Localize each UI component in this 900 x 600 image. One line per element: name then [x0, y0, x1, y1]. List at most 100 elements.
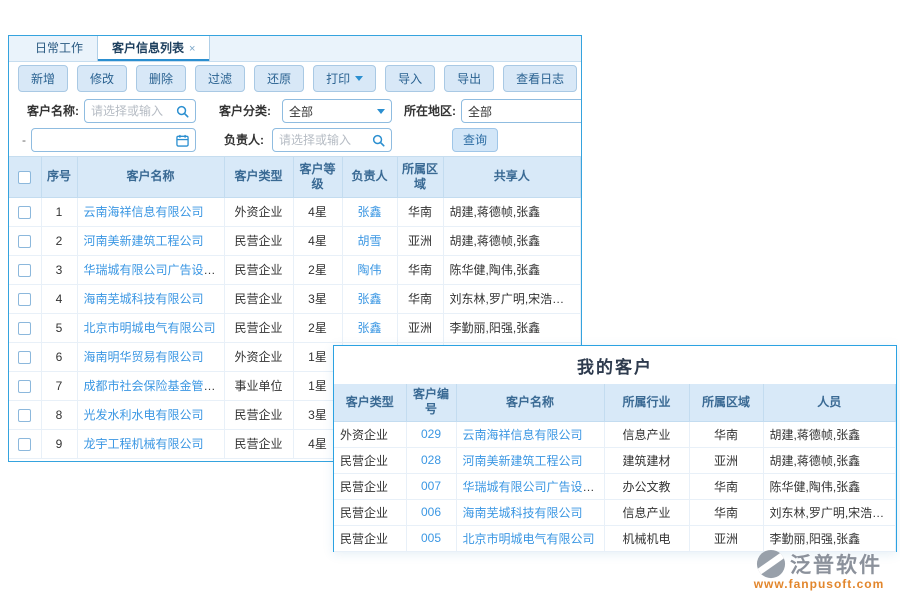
cell-num: 4: [41, 284, 77, 313]
edit-button[interactable]: 修改: [77, 65, 127, 92]
name-link[interactable]: 河南美新建筑工程公司: [463, 454, 583, 468]
cell-industry: 办公文教: [604, 473, 689, 499]
search-icon[interactable]: [176, 105, 189, 118]
row-select-cell: [9, 255, 41, 284]
col-region: 所属区域: [689, 384, 763, 421]
calendar-icon[interactable]: [176, 134, 189, 147]
cell-shared: 胡建,蒋德帧,张鑫: [443, 226, 581, 255]
name-link[interactable]: 龙宇工程机械有限公司: [84, 437, 204, 451]
cell-num: 3: [41, 255, 77, 284]
date-input-wrap: [31, 128, 196, 152]
print-button[interactable]: 打印: [313, 65, 376, 92]
view-log-button[interactable]: 查看日志: [503, 65, 577, 92]
col-code: 客户编号: [406, 384, 456, 421]
name-link[interactable]: 海南芜城科技有限公司: [84, 292, 204, 306]
filter-button[interactable]: 过滤: [195, 65, 245, 92]
name-link[interactable]: 海南明华贸易有限公司: [84, 350, 204, 364]
export-button[interactable]: 导出: [444, 65, 494, 92]
name-link[interactable]: 云南海祥信息有限公司: [463, 428, 583, 442]
table-row[interactable]: 民营企业005北京市明城电气有限公司机械机电亚洲李勤丽,阳强,张鑫: [334, 525, 896, 551]
row-checkbox[interactable]: [18, 351, 31, 364]
cell-region: 华南: [397, 255, 443, 284]
search-icon[interactable]: [372, 134, 385, 147]
name-link[interactable]: 云南海祥信息有限公司: [84, 205, 204, 219]
row-checkbox[interactable]: [18, 293, 31, 306]
owner-input[interactable]: [279, 129, 372, 151]
tab-customer-info-list[interactable]: 客户信息列表×: [97, 35, 210, 61]
cell-num: 7: [41, 371, 77, 400]
code-link[interactable]: 006: [421, 505, 441, 519]
name-link[interactable]: 北京市明城电气有限公司: [84, 321, 216, 335]
table-row[interactable]: 4海南芜城科技有限公司民营企业3星张鑫华南刘东林,罗广明,宋浩然,张鑫: [9, 284, 581, 313]
add-button[interactable]: 新增: [18, 65, 68, 92]
cell-owner: 张鑫: [342, 197, 397, 226]
name-link[interactable]: 华瑞城有限公司广告设计部: [84, 263, 225, 277]
delete-button[interactable]: 删除: [136, 65, 186, 92]
row-checkbox[interactable]: [18, 380, 31, 393]
cell-people: 胡建,蒋德帧,张鑫: [763, 421, 896, 447]
region-select[interactable]: 全部: [461, 99, 582, 123]
cell-people: 胡建,蒋德帧,张鑫: [763, 447, 896, 473]
owner-link[interactable]: 胡雪: [357, 234, 381, 248]
row-checkbox[interactable]: [18, 409, 31, 422]
cell-num: 9: [41, 429, 77, 458]
restore-button[interactable]: 还原: [254, 65, 304, 92]
col-owner: 负责人: [342, 157, 397, 197]
cell-people: 李勤丽,阳强,张鑫: [763, 525, 896, 551]
code-link[interactable]: 005: [421, 531, 441, 545]
cell-name: 海南明华贸易有限公司: [77, 342, 224, 371]
customer-category-select[interactable]: 全部: [282, 99, 392, 123]
customer-name-label: 客户名称:: [27, 99, 79, 123]
table-row[interactable]: 3华瑞城有限公司广告设计部民营企业2星陶伟华南陈华健,陶伟,张鑫: [9, 255, 581, 284]
col-grade: 客户等级: [293, 157, 342, 197]
row-checkbox[interactable]: [18, 235, 31, 248]
close-icon[interactable]: ×: [189, 43, 195, 55]
name-link[interactable]: 河南美新建筑工程公司: [84, 234, 204, 248]
search-button[interactable]: 查询: [452, 128, 498, 152]
selected-value: 全部: [289, 103, 377, 120]
code-link[interactable]: 007: [421, 479, 441, 493]
owner-link[interactable]: 张鑫: [357, 292, 381, 306]
owner-link[interactable]: 陶伟: [357, 263, 381, 277]
code-link[interactable]: 028: [421, 453, 441, 467]
cell-region: 华南: [689, 499, 763, 525]
cell-code: 005: [406, 525, 456, 551]
import-button[interactable]: 导入: [385, 65, 435, 92]
name-link[interactable]: 成都市社会保险基金管理...: [84, 379, 225, 393]
name-link[interactable]: 北京市明城电气有限公司: [463, 532, 595, 546]
cell-code: 029: [406, 421, 456, 447]
cell-owner: 张鑫: [342, 284, 397, 313]
name-link[interactable]: 华瑞城有限公司广告设计部: [463, 480, 605, 494]
name-link[interactable]: 光发水利水电有限公司: [84, 408, 204, 422]
owner-link[interactable]: 张鑫: [357, 321, 381, 335]
owner-link[interactable]: 张鑫: [357, 205, 381, 219]
row-checkbox[interactable]: [18, 206, 31, 219]
row-checkbox[interactable]: [18, 264, 31, 277]
row-select-cell: [9, 197, 41, 226]
tab-daily-work[interactable]: 日常工作: [21, 35, 97, 61]
table-row[interactable]: 5北京市明城电气有限公司民营企业2星张鑫亚洲李勤丽,阳强,张鑫: [9, 313, 581, 342]
cell-code: 006: [406, 499, 456, 525]
customer-name-input[interactable]: [91, 100, 176, 122]
row-checkbox[interactable]: [18, 438, 31, 451]
chevron-down-icon: [377, 109, 385, 114]
select-all-checkbox[interactable]: [18, 171, 31, 184]
row-checkbox[interactable]: [18, 322, 31, 335]
table-row[interactable]: 外资企业029云南海祥信息有限公司信息产业华南胡建,蒋德帧,张鑫: [334, 421, 896, 447]
cell-name: 北京市明城电气有限公司: [456, 525, 604, 551]
cell-type: 外资企业: [334, 421, 406, 447]
cell-type: 民营企业: [224, 400, 293, 429]
cell-type: 外资企业: [224, 197, 293, 226]
code-link[interactable]: 029: [421, 427, 441, 441]
table-header-row: 客户类型 客户编号 客户名称 所属行业 所属区域 人员: [334, 384, 896, 421]
name-link[interactable]: 海南芜城科技有限公司: [463, 506, 583, 520]
table-row[interactable]: 民营企业006海南芜城科技有限公司信息产业华南刘东林,罗广明,宋浩然,...: [334, 499, 896, 525]
table-row[interactable]: 1云南海祥信息有限公司外资企业4星张鑫华南胡建,蒋德帧,张鑫: [9, 197, 581, 226]
cell-grade: 4星: [293, 226, 342, 255]
cell-num: 5: [41, 313, 77, 342]
date-input[interactable]: [38, 129, 176, 151]
table-row[interactable]: 民营企业028河南美新建筑工程公司建筑建材亚洲胡建,蒋德帧,张鑫: [334, 447, 896, 473]
table-row[interactable]: 民营企业007华瑞城有限公司广告设计部办公文教华南陈华健,陶伟,张鑫: [334, 473, 896, 499]
table-row[interactable]: 2河南美新建筑工程公司民营企业4星胡雪亚洲胡建,蒋德帧,张鑫: [9, 226, 581, 255]
cell-type: 民营企业: [334, 525, 406, 551]
